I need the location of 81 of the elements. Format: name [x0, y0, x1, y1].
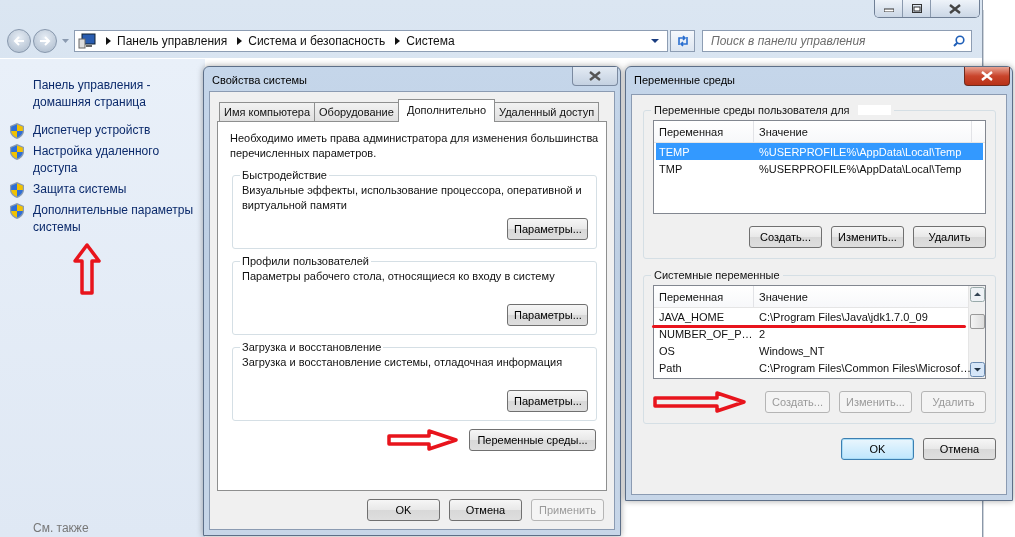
close-button[interactable] [964, 67, 1010, 86]
table-cell-text: Windows_NT [758, 344, 826, 357]
group-title: Системные переменные [654, 269, 780, 281]
group-description: Параметры рабочего стола, относящиеся ко входу в систему [242, 269, 556, 284]
tab[interactable]: Имя компьютера [219, 102, 316, 121]
tab[interactable]: Дополнительно [397, 99, 496, 122]
shield-icon [10, 182, 24, 198]
group-title: Переменные среды пользователя для [654, 104, 850, 116]
table-cell-text: C:\Program Files\Java\jdk1.7.0_09 [758, 310, 929, 323]
search-icon [953, 35, 965, 47]
table-cell-text: TMP [658, 162, 684, 175]
group-title: Загрузка и восстановление [241, 341, 383, 353]
back-button[interactable] [7, 29, 31, 53]
table-cell-text: %USERPROFILE%\AppData\Local\Temp [758, 162, 963, 175]
button[interactable]: Изменить... [831, 226, 904, 248]
settings-button[interactable]: Параметры... [507, 304, 588, 326]
refresh-icon [675, 35, 690, 47]
button[interactable]: OK [841, 438, 914, 460]
sidebar-link[interactable]: Защита системы [33, 181, 197, 198]
table-cell-text: Path [658, 361, 683, 374]
shield-icon [10, 123, 24, 139]
chevron-icon [395, 37, 401, 45]
shield-icon [10, 144, 24, 160]
section-heading: См. также [32, 521, 90, 535]
chevron-icon [106, 37, 111, 45]
chevron-icon [237, 37, 243, 45]
home-link[interactable]: Панель управления - домашняя страница [10, 77, 173, 111]
settings-button[interactable]: Параметры... [507, 218, 588, 240]
group-description: Загрузка и восстановление системы, отладочная информация [242, 355, 564, 370]
address-bar[interactable]: Панель управления Система и безопасность Система [74, 30, 668, 52]
settings-button[interactable]: Параметры... [507, 390, 588, 412]
maximize-button[interactable] [903, 0, 931, 17]
table-cell-text: %USERPROFILE%\AppData\Local\Temp [758, 145, 963, 158]
back-arrow-icon [13, 36, 25, 46]
button[interactable]: Отмена [923, 438, 996, 460]
button[interactable]: Удалить [913, 226, 986, 248]
close-icon [949, 3, 961, 14]
scrollbar[interactable] [968, 286, 985, 378]
table-cell-text: 2 [758, 327, 767, 340]
breadcrumb-item[interactable]: Система и безопасность [248, 34, 386, 48]
environment-variables-button[interactable]: Переменные среды... [469, 429, 596, 451]
forward-button[interactable] [33, 29, 57, 53]
dialog-title: Переменные среды [634, 74, 735, 86]
sidebar-link[interactable]: Настройка удаленного доступа [33, 143, 197, 177]
close-icon [981, 71, 993, 81]
notice-text: Необходимо иметь права администратора для изменения большинства перечисленных параметров. [230, 131, 600, 161]
tab[interactable]: Оборудование [314, 102, 399, 121]
minimize-icon [883, 5, 894, 12]
refresh-button[interactable] [670, 30, 695, 52]
search-field[interactable]: Поиск в панели управления [702, 30, 972, 52]
scroll-down-icon[interactable] [969, 362, 985, 377]
sidebar-link[interactable]: Дополнительные параметры системы [33, 202, 197, 236]
computer-icon [78, 33, 96, 49]
shield-icon [10, 203, 24, 219]
maximize-icon [911, 4, 922, 13]
column-header[interactable]: Переменная [654, 286, 754, 307]
close-button[interactable] [572, 67, 618, 86]
close-button[interactable] [931, 0, 979, 17]
scroll-up-icon[interactable] [969, 287, 985, 302]
button[interactable]: Создать... [749, 226, 822, 248]
dialog-title: Свойства системы [212, 74, 307, 86]
breadcrumb-item[interactable]: Система [406, 34, 455, 48]
group-title: Быстродействие [241, 169, 328, 181]
table-cell-text: C:\Program Files\Common Files\Microsof… [758, 361, 968, 374]
dropdown-icon [651, 39, 659, 43]
column-header[interactable]: Значение [754, 121, 972, 142]
button[interactable]: OK [367, 499, 440, 521]
group-title: Профили пользователей [241, 255, 370, 267]
table-cell-text: NUMBER_OF_P… [658, 327, 754, 340]
breadcrumb-item[interactable]: Панель управления [117, 34, 228, 48]
button[interactable]: Отмена [449, 499, 522, 521]
tab[interactable]: Удаленный доступ [494, 102, 600, 121]
close-icon [589, 71, 601, 81]
table-cell-text: TEMP [658, 145, 691, 158]
group-description: Визуальные эффекты, использование процессора, оперативной и виртуальной памяти [242, 183, 583, 213]
forward-arrow-icon [39, 36, 51, 46]
scroll-thumb[interactable] [969, 314, 985, 329]
table-cell-text: JAVA_HOME [658, 310, 725, 323]
table-cell-text: OS [658, 344, 676, 357]
sidebar-link[interactable]: Диспетчер устройств [33, 122, 197, 139]
column-header[interactable]: Переменная [654, 121, 754, 142]
